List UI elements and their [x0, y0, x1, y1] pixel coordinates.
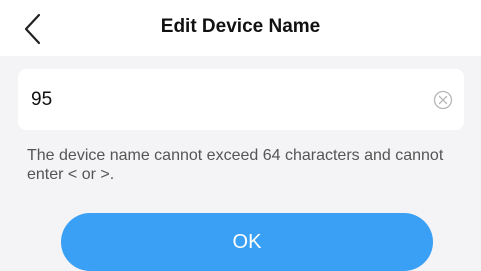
- clear-icon[interactable]: [433, 90, 453, 110]
- device-name-field[interactable]: 95: [18, 69, 464, 130]
- page-title: Edit Device Name: [160, 16, 321, 37]
- device-name-input[interactable]: 95: [31, 89, 52, 111]
- ok-button[interactable]: OK: [61, 213, 433, 271]
- name-rule-hint: The device name cannot exceed 64 charact…: [27, 147, 444, 183]
- top-bar: Edit Device Name: [0, 0, 481, 56]
